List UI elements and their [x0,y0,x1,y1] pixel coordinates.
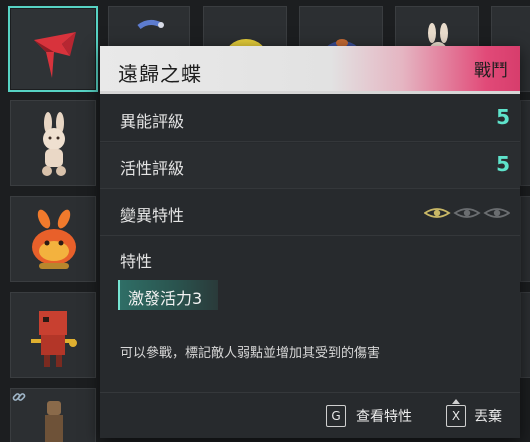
tooltip-footer: G 查看特性 X 丟棄 [100,392,520,438]
activity-rating-row: 活性評級 5 [100,143,520,189]
activity-rating-label: 活性評級 [120,159,185,178]
flame-creature-icon [32,209,76,269]
g-key-icon: G [326,405,346,427]
inventory-slot-box-robot[interactable] [10,292,96,378]
item-tooltip: 遠歸之蝶 戰鬥 異能評級 5 活性評級 5 變異特性 特性 激發活力3 可以參戰… [100,46,520,438]
tooltip-header: 遠歸之蝶 戰鬥 [100,46,520,94]
mutation-level-indicator [424,208,510,218]
wooden-doll-icon [45,401,63,442]
bunny-doll-icon [42,112,66,176]
inventory-slot-flame-creature[interactable] [10,196,96,282]
inventory-slot-butterfly[interactable] [8,6,98,92]
ability-rating-label: 異能評級 [120,112,185,131]
trait-name: 激發活力3 [128,289,203,308]
ability-rating-row: 異能評級 5 [100,96,520,142]
inventory-slot-right-3[interactable] [520,292,530,378]
view-traits-label: 查看特性 [356,409,412,425]
butterfly-item-icon [34,32,76,78]
trait-chip[interactable]: 激發活力3 [118,280,218,310]
traits-heading: 特性 [120,252,153,271]
mutation-row: 變異特性 [100,190,520,236]
x-key-icon: X [446,405,466,427]
inventory-slot-bunny-doll[interactable] [10,100,96,186]
hold-indicator-icon [452,399,460,404]
discard-label: 丟棄 [474,409,502,425]
eye-icon-1 [424,208,451,218]
eye-icon-2 [453,208,481,218]
inventory-slot-right-2[interactable] [520,196,530,282]
item-description: 可以參戰，標記敵人弱點並增加其受到的傷害 [120,346,381,361]
inventory-slot-wooden-doll[interactable] [10,388,96,442]
box-robot-icon [31,311,77,367]
ability-rating-value: 5 [496,105,510,129]
eye-icon-3 [483,208,510,218]
item-name: 遠歸之蝶 [118,62,202,86]
mutation-label: 變異特性 [120,206,185,225]
item-type-badge: 戰鬥 [474,61,508,81]
inventory-slot-right-1[interactable] [520,100,530,186]
activity-rating-value: 5 [496,152,510,176]
